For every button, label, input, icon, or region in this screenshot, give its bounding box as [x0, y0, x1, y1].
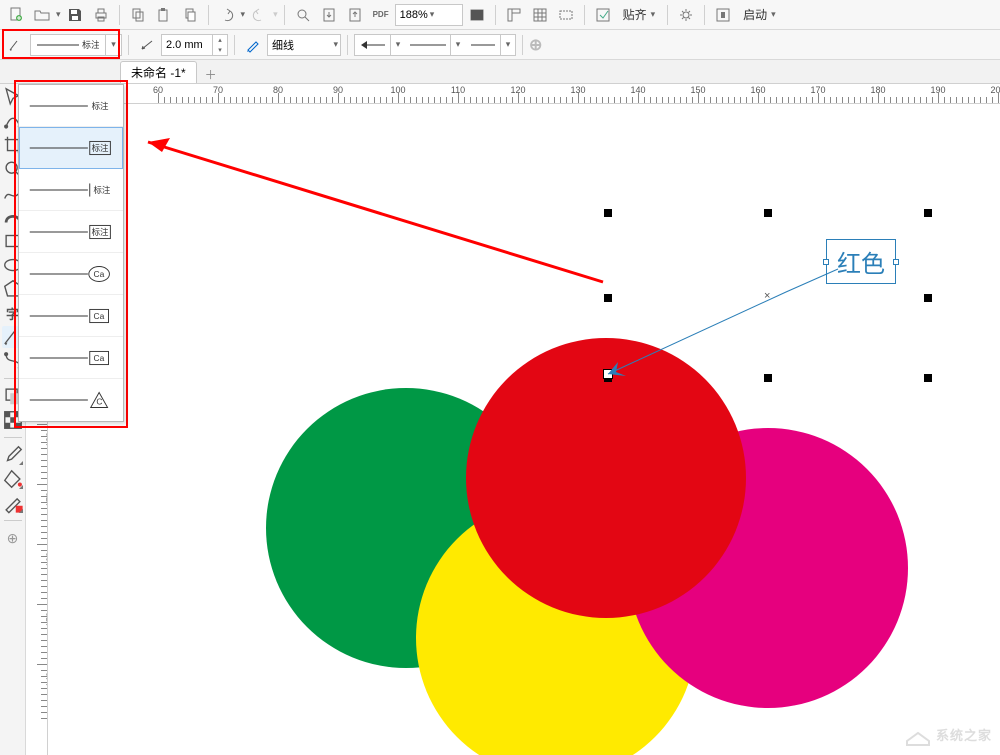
outline-width-dropdown[interactable]: 细线 ▾	[267, 34, 341, 56]
main-toolbar: ▾ ▾ ▾ PDF 188% ▾ 贴齐 ▾ 启动 ▾	[0, 0, 1000, 30]
print-button[interactable]	[89, 3, 113, 27]
launch-icon[interactable]	[711, 3, 735, 27]
svg-text:标注: 标注	[94, 184, 111, 194]
document-tabstrip: 未命名 -1* ＋	[0, 60, 1000, 84]
export-button[interactable]	[343, 3, 367, 27]
outline-width-value: 细线	[272, 37, 294, 53]
canvas[interactable]: 红色 ×	[48, 104, 1000, 755]
sel-handle[interactable]	[604, 209, 612, 217]
paste-button[interactable]	[152, 3, 176, 27]
redo-button[interactable]	[247, 3, 271, 27]
svg-text:Ca: Ca	[94, 352, 105, 362]
launch-menu[interactable]: 启动 ▾	[737, 3, 782, 27]
cut-button[interactable]	[178, 3, 202, 27]
callout-style-option[interactable]: C	[19, 379, 123, 421]
snap-menu[interactable]: 贴齐 ▾	[617, 3, 662, 27]
svg-text:标注: 标注	[92, 100, 109, 110]
import-button[interactable]	[317, 3, 341, 27]
callout-style-option[interactable]: Ca	[19, 337, 123, 379]
pdf-button[interactable]: PDF	[369, 3, 393, 27]
callout-style-panel: 标注标注标注标注CaCaCaC	[18, 84, 124, 422]
snap-label: 贴齐	[623, 6, 647, 23]
guides-button[interactable]	[554, 3, 578, 27]
callout-style-option[interactable]: 标注	[19, 127, 123, 169]
svg-text:Ca: Ca	[94, 310, 105, 320]
save-button[interactable]	[63, 3, 87, 27]
new-button[interactable]	[4, 3, 28, 27]
callout-style-preview: 标注	[31, 37, 105, 53]
gap-down[interactable]: ▾	[213, 45, 227, 55]
search-button[interactable]	[291, 3, 315, 27]
line-ends-dropdown[interactable]: ▾ ▾ ▾	[354, 34, 516, 56]
sel-handle[interactable]	[764, 374, 772, 382]
sel-center: ×	[764, 290, 770, 302]
launch-label: 启动	[743, 6, 767, 23]
svg-text:C: C	[96, 397, 102, 407]
outline-tool[interactable]	[2, 492, 24, 514]
callout-textbox[interactable]: 红色	[826, 239, 896, 284]
open-button[interactable]	[30, 3, 54, 27]
quick-customize[interactable]: ⊕	[2, 527, 24, 549]
callout-anchor[interactable]	[603, 369, 613, 379]
canvas-area: 6070809010011012013014015016017018019020…	[48, 84, 1000, 755]
callout-style-dropdown[interactable]: 标注 ▾	[30, 34, 122, 56]
sel-handle[interactable]	[924, 294, 932, 302]
start-arrow[interactable]	[355, 35, 391, 55]
sel-handle[interactable]	[924, 209, 932, 217]
horizontal-ruler: 6070809010011012013014015016017018019020…	[48, 84, 1000, 104]
line-style[interactable]	[405, 35, 451, 55]
callout-style-option[interactable]: 标注	[19, 85, 123, 127]
callout-style-caret[interactable]: ▾	[105, 35, 121, 55]
svg-text:标注: 标注	[82, 39, 99, 50]
tab-title: 未命名 -1*	[131, 64, 186, 81]
sel-handle[interactable]	[604, 294, 612, 302]
zoom-value: 188%	[400, 9, 428, 21]
workspace: 字 ⊕ 230220210200190180170160150140 60708…	[0, 84, 1000, 755]
rulers-button[interactable]	[502, 3, 526, 27]
document-tab[interactable]: 未命名 -1*	[120, 61, 197, 83]
sel-handle[interactable]	[924, 374, 932, 382]
callout-style-option[interactable]: 标注	[19, 211, 123, 253]
options-button[interactable]	[674, 3, 698, 27]
add-tab-button[interactable]: ＋	[201, 65, 221, 83]
svg-text:标注: 标注	[92, 226, 109, 236]
callout-tool-icon[interactable]	[4, 33, 28, 57]
gap-field[interactable]: ▴▾	[161, 34, 228, 56]
gap-input[interactable]	[162, 39, 212, 51]
outline-pen-icon[interactable]	[241, 33, 265, 57]
fullscreen-button[interactable]	[465, 3, 489, 27]
gap-up[interactable]: ▴	[213, 35, 227, 45]
property-bar: 标注 ▾ ▴▾ 细线 ▾ ▾ ▾ ▾ ⊕	[0, 30, 1000, 60]
svg-text:标注: 标注	[92, 142, 109, 152]
eyedropper-tool[interactable]	[2, 444, 24, 466]
svg-text:Ca: Ca	[94, 268, 105, 278]
undo-button[interactable]	[215, 3, 239, 27]
sel-handle[interactable]	[764, 209, 772, 217]
callout-style-option[interactable]: 标注	[19, 169, 123, 211]
callout-text: 红色	[837, 251, 885, 278]
copy-button[interactable]	[126, 3, 150, 27]
launch-button-icon[interactable]	[591, 3, 615, 27]
zoom-dropdown[interactable]: 188% ▾	[395, 4, 463, 26]
fill-tool[interactable]	[2, 468, 24, 490]
grid-button[interactable]	[528, 3, 552, 27]
callout-style-option[interactable]: Ca	[19, 253, 123, 295]
callout-style-option[interactable]: Ca	[19, 295, 123, 337]
add-preset-button[interactable]: ⊕	[529, 35, 542, 55]
dimension-icon[interactable]	[135, 33, 159, 57]
end-arrow[interactable]	[465, 35, 501, 55]
